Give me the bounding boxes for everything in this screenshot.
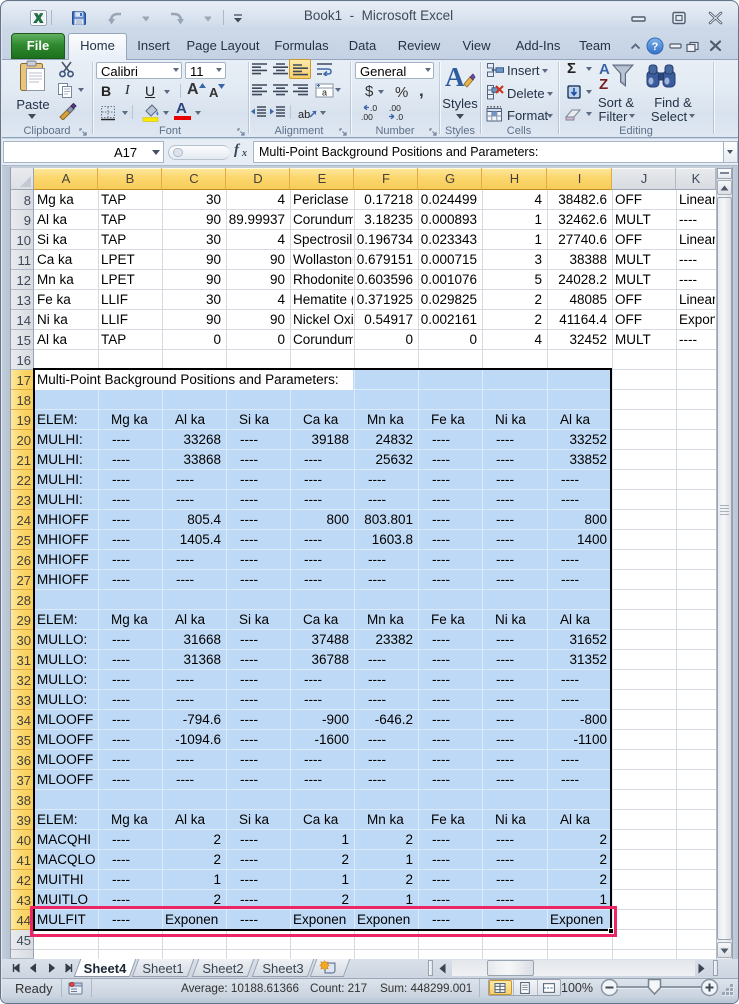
svg-text:?: ? <box>652 41 659 53</box>
svg-text:.00: .00 <box>361 112 373 121</box>
svg-text:.0: .0 <box>396 112 403 121</box>
svg-text:a: a <box>322 88 327 98</box>
svg-text:A: A <box>445 62 465 92</box>
svg-text:Z: Z <box>599 76 608 91</box>
svg-text:ab: ab <box>298 109 310 121</box>
